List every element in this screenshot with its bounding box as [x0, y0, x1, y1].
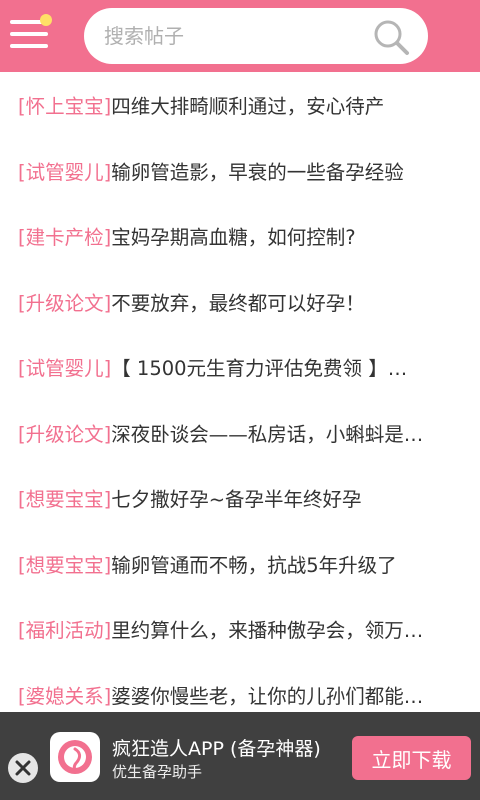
post-title: 四维大排畸顺利通过，安心待产 — [111, 95, 385, 119]
post-title: 输卵管造影，早衰的一些备孕经验 — [111, 160, 404, 184]
top-bar — [0, 0, 480, 72]
post-tag: [试管婴儿] — [18, 357, 112, 381]
list-item[interactable]: [怀上宝宝] 四维大排畸顺利通过，安心待产 — [0, 72, 480, 138]
list-item[interactable]: [升级论文] 深夜卧谈会——私房话，小蝌蚪是… — [0, 400, 480, 466]
post-tag: [怀上宝宝] — [18, 95, 112, 119]
post-title: 里约算什么，来播种傲孕会，领万… — [111, 619, 424, 643]
post-list: [怀上宝宝] 四维大排畸顺利通过，安心待产 [试管婴儿] 输卵管造影，早衰的一些备孕… — [0, 72, 480, 727]
ad-title: 疯狂造人APP (备孕神器) — [112, 738, 321, 760]
search-icon[interactable] — [372, 18, 410, 56]
list-item[interactable]: [试管婴儿] 输卵管造影，早衰的一些备孕经验 — [0, 138, 480, 204]
list-item[interactable]: [试管婴儿] 【 1500元生育力评估免费领 】大龄… — [0, 334, 480, 400]
ad-subtitle: 优生备孕助手 — [112, 763, 203, 781]
post-title: 不要放弃，最终都可以好孕！ — [111, 291, 365, 315]
menu-icon-line — [10, 32, 48, 36]
post-tag: [福利活动] — [18, 619, 112, 643]
menu-button[interactable] — [8, 14, 52, 58]
list-item[interactable]: [建卡产检] 宝妈孕期高血糖，如何控制? — [0, 203, 480, 269]
list-item[interactable]: [想要宝宝] 七夕撒好孕~备孕半年终好孕 — [0, 465, 480, 531]
list-item[interactable]: [福利活动] 里约算什么，来播种傲孕会，领万… — [0, 596, 480, 662]
ad-banner: 疯狂造人APP (备孕神器) 优生备孕助手 立即下载 — [0, 712, 480, 800]
close-button[interactable] — [8, 753, 38, 783]
post-tag: [升级论文] — [18, 291, 112, 315]
post-title: 婆婆你慢些老，让你的儿孙们都能… — [111, 684, 424, 708]
post-tag: [升级论文] — [18, 422, 112, 446]
download-button[interactable]: 立即下载 — [352, 736, 471, 780]
post-tag: [婆媳关系] — [18, 684, 112, 708]
search-input[interactable] — [104, 8, 364, 64]
post-title: 输卵管通而不畅，抗战5年升级了 — [111, 553, 397, 577]
post-tag: [想要宝宝] — [18, 553, 112, 577]
post-tag: [想要宝宝] — [18, 488, 112, 512]
app-logo-icon[interactable] — [50, 732, 100, 782]
menu-icon-line — [10, 44, 48, 48]
close-icon — [15, 760, 31, 776]
list-item[interactable]: [想要宝宝] 输卵管通而不畅，抗战5年升级了 — [0, 531, 480, 597]
post-title: 七夕撒好孕~备孕半年终好孕 — [111, 488, 362, 512]
post-title: 宝妈孕期高血糖，如何控制? — [111, 226, 356, 250]
notification-dot — [40, 14, 52, 26]
post-tag: [建卡产检] — [18, 226, 112, 250]
post-title: 深夜卧谈会——私房话，小蝌蚪是… — [111, 422, 424, 446]
post-title: 【 1500元生育力评估免费领 】大龄… — [111, 357, 424, 381]
post-tag: [试管婴儿] — [18, 160, 112, 184]
list-item[interactable]: [升级论文] 不要放弃，最终都可以好孕！ — [0, 269, 480, 335]
search-bar — [84, 8, 428, 64]
